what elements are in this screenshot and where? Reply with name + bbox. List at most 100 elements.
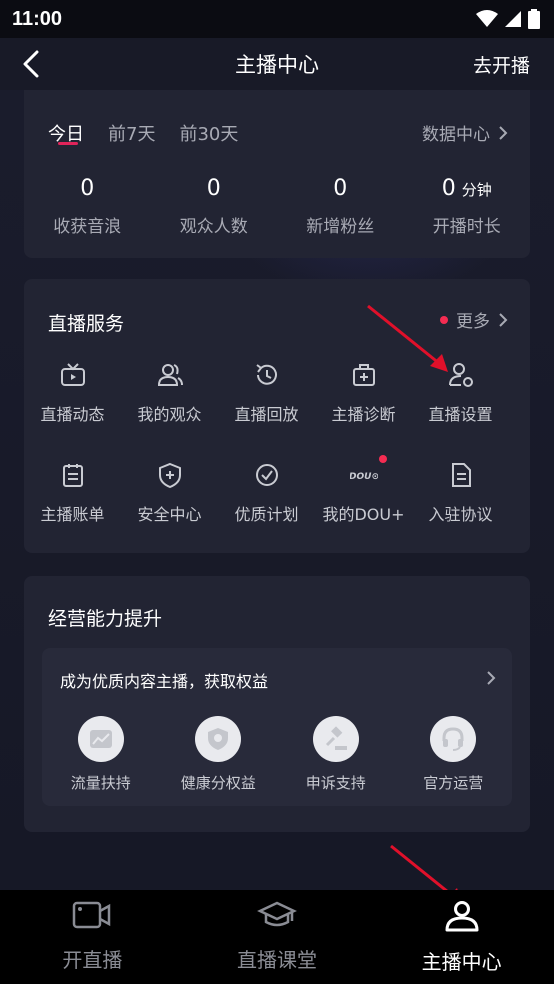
- service-agreement[interactable]: 入驻协议: [412, 461, 509, 525]
- signal-icon: [505, 11, 521, 27]
- top-nav-bar: 主播中心 去开播: [0, 38, 554, 90]
- stat-label: 新增粉丝: [306, 217, 375, 237]
- section-title: 经营能力提升: [48, 608, 163, 630]
- tab-7-days[interactable]: 前7天: [108, 120, 155, 146]
- service-diagnosis[interactable]: 主播诊断: [315, 361, 412, 425]
- chevron-right-icon: [487, 671, 496, 685]
- stat-viewers[interactable]: 0 观众人数: [151, 176, 278, 237]
- stat-unit: 分钟: [461, 181, 492, 199]
- back-button[interactable]: [22, 48, 54, 80]
- service-my-audience[interactable]: 我的观众: [121, 361, 218, 425]
- service-label: 直播设置: [428, 405, 493, 424]
- stat-label: 收获音浪: [53, 217, 122, 237]
- data-center-link[interactable]: 数据中心: [422, 120, 508, 145]
- stat-value: 0: [441, 176, 456, 201]
- service-label: 主播诊断: [331, 405, 396, 424]
- history-icon: [255, 364, 277, 385]
- medkit-icon: [352, 364, 375, 386]
- main-content[interactable]: 今日 前7天 前30天 数据中心 0 收获音浪 0 观众人数 0 新增粉丝 0分…: [0, 90, 554, 890]
- page-title: 主播中心: [235, 53, 319, 77]
- stat-value: 0: [206, 176, 221, 201]
- status-icons: [476, 9, 540, 29]
- service-label: 主播账单: [40, 505, 105, 524]
- person-icon: [445, 901, 479, 932]
- notification-dot: [379, 455, 387, 463]
- stat-earnings[interactable]: 0 收获音浪: [24, 176, 151, 237]
- live-services-card: 直播服务 更多 直播动态 我的观众 直播回放 主播诊断 直播设置 主播账单 安全…: [24, 279, 530, 553]
- stats-tabs: 今日 前7天 前30天: [48, 120, 238, 146]
- svg-text:DOU⊙: DOU⊙: [350, 472, 378, 482]
- benefit-health-score[interactable]: 健康分权益: [160, 716, 278, 793]
- back-arrow-icon: [23, 50, 39, 78]
- gavel-icon: [325, 726, 347, 750]
- service-bill[interactable]: 主播账单: [24, 461, 121, 525]
- notification-dot: [440, 315, 448, 324]
- benefit-official-ops[interactable]: 官方运营: [395, 716, 513, 793]
- tab-label: 主播中心: [421, 950, 502, 974]
- data-center-label: 数据中心: [422, 125, 490, 145]
- more-button[interactable]: 更多: [440, 307, 508, 332]
- service-label: 我的观众: [137, 405, 202, 424]
- check-circle-icon: [255, 464, 278, 486]
- battery-icon: [528, 9, 540, 29]
- service-label: 优质计划: [234, 505, 299, 524]
- dou-icon: DOU⊙: [350, 472, 378, 482]
- tab-today[interactable]: 今日: [48, 120, 84, 146]
- service-live-settings[interactable]: 直播设置: [412, 361, 509, 425]
- service-label: 直播回放: [234, 405, 299, 424]
- service-live-feed[interactable]: 直播动态: [24, 361, 121, 425]
- benefits-banner: 成为优质内容主播，获取权益: [60, 672, 269, 691]
- services-row: 直播动态 我的观众 直播回放 主播诊断 直播设置: [24, 361, 530, 425]
- bottom-tab-bar: 开直播 直播课堂 主播中心: [0, 890, 554, 984]
- user-settings-icon: [448, 363, 473, 387]
- headset-icon: [442, 727, 464, 751]
- clipboard-icon: [62, 464, 83, 487]
- benefit-appeal[interactable]: 申诉支持: [277, 716, 395, 793]
- video-camera-icon: [73, 901, 111, 929]
- shield-badge-icon: [208, 728, 229, 750]
- service-security[interactable]: 安全中心: [121, 461, 218, 525]
- users-icon: [157, 364, 183, 386]
- service-label: 安全中心: [137, 505, 202, 524]
- benefit-label: 官方运营: [423, 774, 484, 792]
- benefit-traffic[interactable]: 流量扶持: [42, 716, 160, 793]
- go-live-button[interactable]: 去开播: [473, 51, 530, 78]
- more-label: 更多: [456, 312, 490, 332]
- tab-go-live[interactable]: 开直播: [0, 890, 185, 984]
- benefits-panel[interactable]: 成为优质内容主播，获取权益 流量扶持 健康分权益 申诉支持 官方运营: [42, 648, 512, 806]
- stat-label: 开播时长: [432, 217, 501, 237]
- service-label: 我的DOU+: [322, 505, 405, 524]
- tv-icon: [60, 363, 85, 386]
- business-growth-card: 经营能力提升 成为优质内容主播，获取权益 流量扶持 健康分权益 申诉支持 官方运…: [24, 576, 530, 832]
- service-quality-plan[interactable]: 优质计划: [218, 461, 315, 525]
- traffic-chart-icon: [89, 730, 112, 748]
- benefits-row: 流量扶持 健康分权益 申诉支持 官方运营: [42, 716, 512, 793]
- shield-icon: [158, 462, 181, 489]
- stat-value: 0: [80, 176, 95, 201]
- stat-new-fans[interactable]: 0 新增粉丝: [277, 176, 404, 237]
- services-row: 主播账单 安全中心 优质计划 DOU⊙ 我的DOU+ 入驻协议: [24, 455, 530, 525]
- document-icon: [451, 463, 471, 487]
- tab-label: 直播课堂: [237, 948, 317, 972]
- benefit-label: 健康分权益: [180, 774, 256, 792]
- stat-label: 观众人数: [179, 217, 248, 237]
- service-label: 入驻协议: [428, 505, 493, 524]
- service-label: 直播动态: [40, 405, 105, 424]
- chevron-right-icon: [499, 312, 508, 327]
- stats-row: 0 收获音浪 0 观众人数 0 新增粉丝 0 分钟 开播时长: [24, 176, 530, 237]
- wifi-icon: [476, 10, 498, 27]
- benefit-label: 申诉支持: [305, 774, 366, 792]
- service-live-replay[interactable]: 直播回放: [218, 361, 315, 425]
- graduation-cap-icon: [257, 901, 297, 927]
- tab-live-classroom[interactable]: 直播课堂: [185, 890, 370, 984]
- benefit-label: 流量扶持: [70, 774, 131, 792]
- section-title: 直播服务: [48, 313, 125, 335]
- stat-duration[interactable]: 0 分钟 开播时长: [404, 176, 531, 237]
- tab-streamer-center[interactable]: 主播中心: [369, 890, 554, 984]
- status-time: 11:00: [12, 7, 63, 30]
- tab-label: 开直播: [62, 948, 123, 972]
- chevron-right-icon: [499, 125, 508, 140]
- status-bar: 11:00: [0, 0, 554, 38]
- service-dou-plus[interactable]: DOU⊙ 我的DOU+: [315, 455, 412, 525]
- tab-30-days[interactable]: 前30天: [179, 120, 238, 146]
